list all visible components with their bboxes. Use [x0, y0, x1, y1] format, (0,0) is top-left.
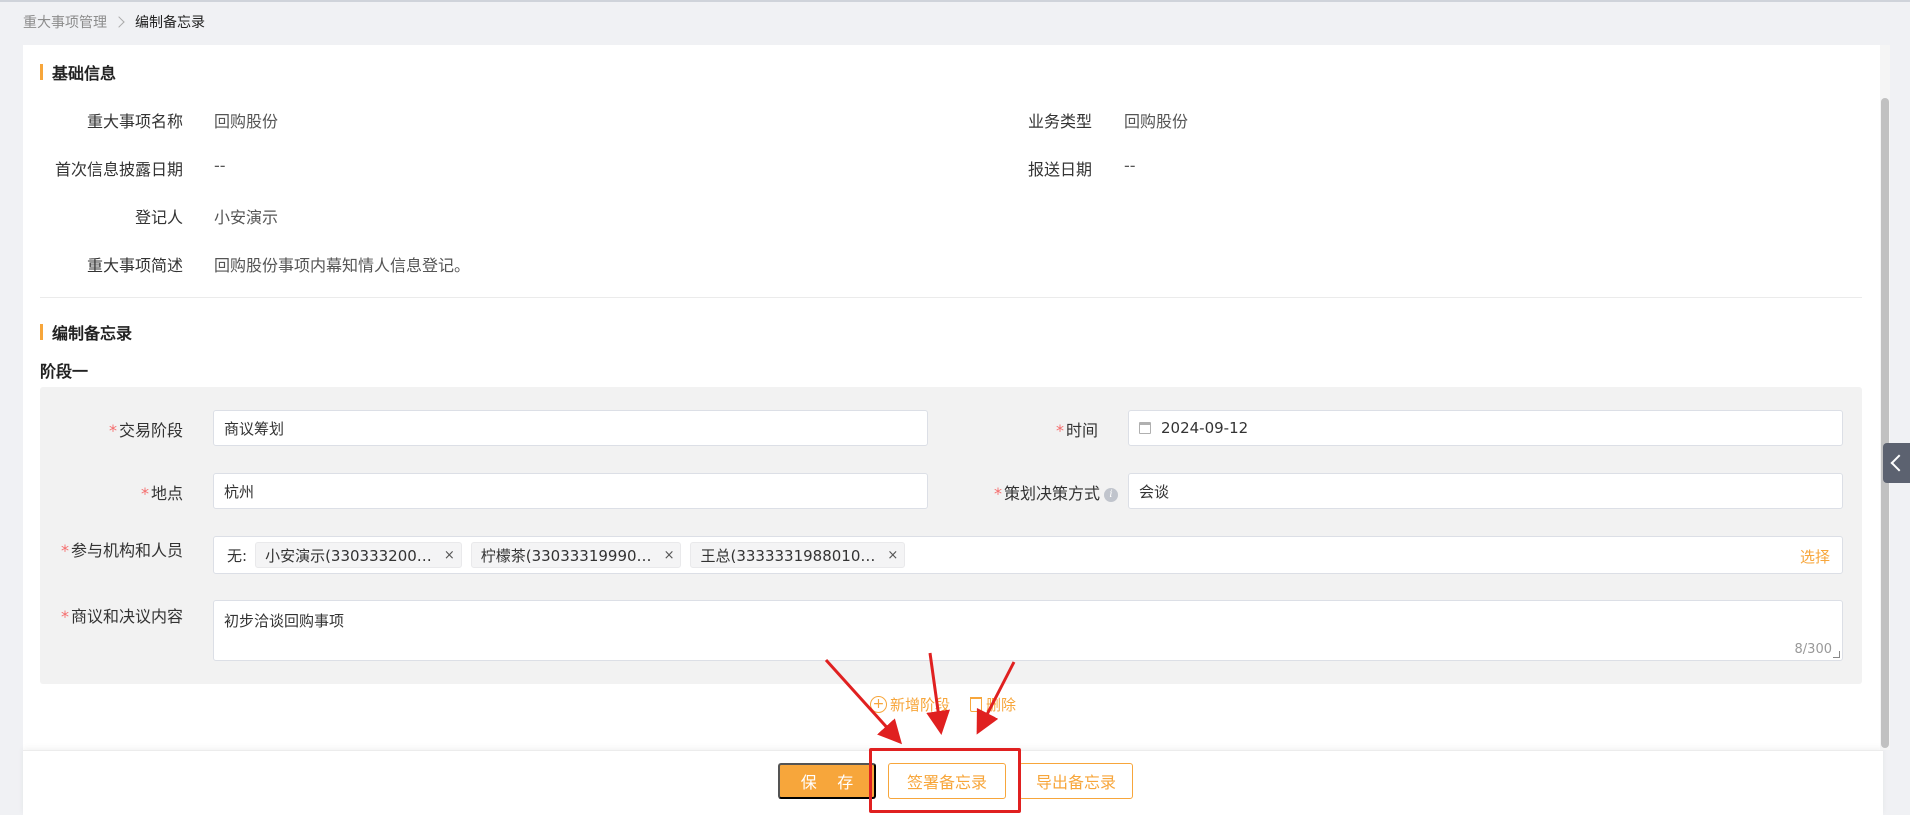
decision-method-label: * 策划决策方式 i: [940, 480, 1118, 504]
participants-label: * 参与机构和人员: [40, 537, 183, 561]
location-input[interactable]: 杭州: [213, 473, 928, 509]
section-divider: [40, 297, 1862, 298]
decision-method-label-text: 策划决策方式: [1003, 484, 1100, 503]
matter-name-value: 回购股份: [214, 112, 279, 131]
required-mark: *: [140, 484, 149, 503]
close-icon[interactable]: ×: [887, 548, 898, 563]
matter-name-label: 重大事项名称: [86, 112, 183, 131]
required-mark: *: [60, 607, 69, 626]
section-accent-bar: [40, 324, 43, 340]
content-label: * 商议和决议内容: [40, 603, 183, 627]
participants-label-text: 参与机构和人员: [70, 541, 183, 560]
save-button[interactable]: 保 存: [778, 763, 876, 799]
content-label-text: 商议和决议内容: [70, 607, 183, 626]
first-disclosure-date-value: --: [214, 156, 226, 175]
submission-date-value: --: [1124, 156, 1136, 175]
annotation-highlight-box: [869, 748, 1021, 813]
submission-date-label: 报送日期: [1027, 160, 1092, 179]
scrollbar-thumb[interactable]: [1881, 98, 1889, 748]
required-mark: *: [1055, 421, 1064, 440]
section-accent-bar: [40, 64, 43, 80]
memo-section-title: 编制备忘录: [40, 320, 132, 344]
first-disclosure-date-label: 首次信息披露日期: [54, 160, 183, 179]
stage-title: 阶段一: [40, 362, 89, 381]
registrant-label: 登记人: [134, 208, 183, 227]
char-counter: 8/300: [1794, 642, 1832, 657]
add-stage-button[interactable]: 新增阶段: [890, 694, 950, 715]
decision-method-value: 会谈: [1139, 482, 1170, 501]
close-icon[interactable]: ×: [444, 548, 455, 563]
business-type-value: 回购股份: [1124, 112, 1189, 131]
trash-icon[interactable]: [970, 696, 983, 712]
chevron-right-icon: [113, 16, 125, 28]
time-date-picker[interactable]: 2024-09-12: [1128, 410, 1843, 446]
location-value: 杭州: [224, 482, 255, 501]
required-mark: *: [108, 421, 117, 440]
participants-tag-input[interactable]: 无: 小安演示(330333200… × 柠檬茶(33033319990… × …: [213, 536, 1843, 574]
participants-prefix: 无:: [227, 546, 248, 565]
top-border: [0, 0, 1910, 2]
location-label: * 地点: [40, 480, 183, 504]
trade-stage-value: 商议筹划: [224, 419, 285, 438]
stage-actions: + 新增阶段 删除: [870, 692, 1016, 716]
content-value: 初步洽谈回购事项: [224, 612, 345, 630]
calendar-icon: [1139, 422, 1151, 434]
chevron-left-icon: [1890, 454, 1908, 472]
required-mark: *: [60, 541, 69, 560]
registrant-value: 小安演示: [214, 208, 279, 227]
time-label: * 时间: [960, 417, 1098, 441]
participant-tag: 柠檬茶(33033319990… ×: [470, 542, 682, 568]
decision-method-input[interactable]: 会谈: [1128, 473, 1843, 509]
plus-circle-icon[interactable]: +: [870, 695, 887, 713]
time-value: 2024-09-12: [1161, 419, 1249, 437]
select-participants-link[interactable]: 选择: [1800, 546, 1830, 567]
export-memo-button[interactable]: 导出备忘录: [1019, 763, 1133, 799]
delete-stage-button[interactable]: 删除: [986, 694, 1016, 715]
participant-tag: 小安演示(330333200… ×: [255, 542, 462, 568]
section-title-text: 编制备忘录: [52, 324, 133, 343]
trade-stage-input[interactable]: 商议筹划: [213, 410, 928, 446]
participant-tag-text: 王总(3333331988010…: [700, 546, 876, 565]
location-label-text: 地点: [150, 484, 183, 503]
resize-handle[interactable]: [1833, 651, 1840, 658]
section-title-text: 基础信息: [52, 64, 117, 83]
participant-tag-text: 柠檬茶(33033319990…: [480, 546, 652, 565]
info-icon[interactable]: i: [1104, 487, 1118, 502]
business-type-label: 业务类型: [1027, 112, 1092, 131]
description-label: 重大事项简述: [86, 256, 183, 275]
required-mark: *: [993, 484, 1002, 503]
time-label-text: 时间: [1065, 421, 1098, 440]
basic-info-section-title: 基础信息: [40, 60, 116, 84]
close-icon[interactable]: ×: [664, 548, 675, 563]
breadcrumb-current: 编制备忘录: [135, 15, 205, 31]
content-textarea[interactable]: 初步洽谈回购事项 8/300: [213, 600, 1843, 661]
breadcrumb: 重大事项管理 编制备忘录: [23, 12, 205, 32]
trade-stage-label-text: 交易阶段: [118, 421, 183, 440]
breadcrumb-parent-link[interactable]: 重大事项管理: [23, 12, 107, 32]
participant-tag: 王总(3333331988010… ×: [690, 542, 906, 568]
participant-tag-text: 小安演示(330333200…: [265, 546, 432, 565]
side-panel-toggle[interactable]: [1883, 443, 1910, 483]
trade-stage-label: * 交易阶段: [40, 417, 183, 441]
description-value: 回购股份事项内幕知情人信息登记。: [214, 256, 471, 275]
